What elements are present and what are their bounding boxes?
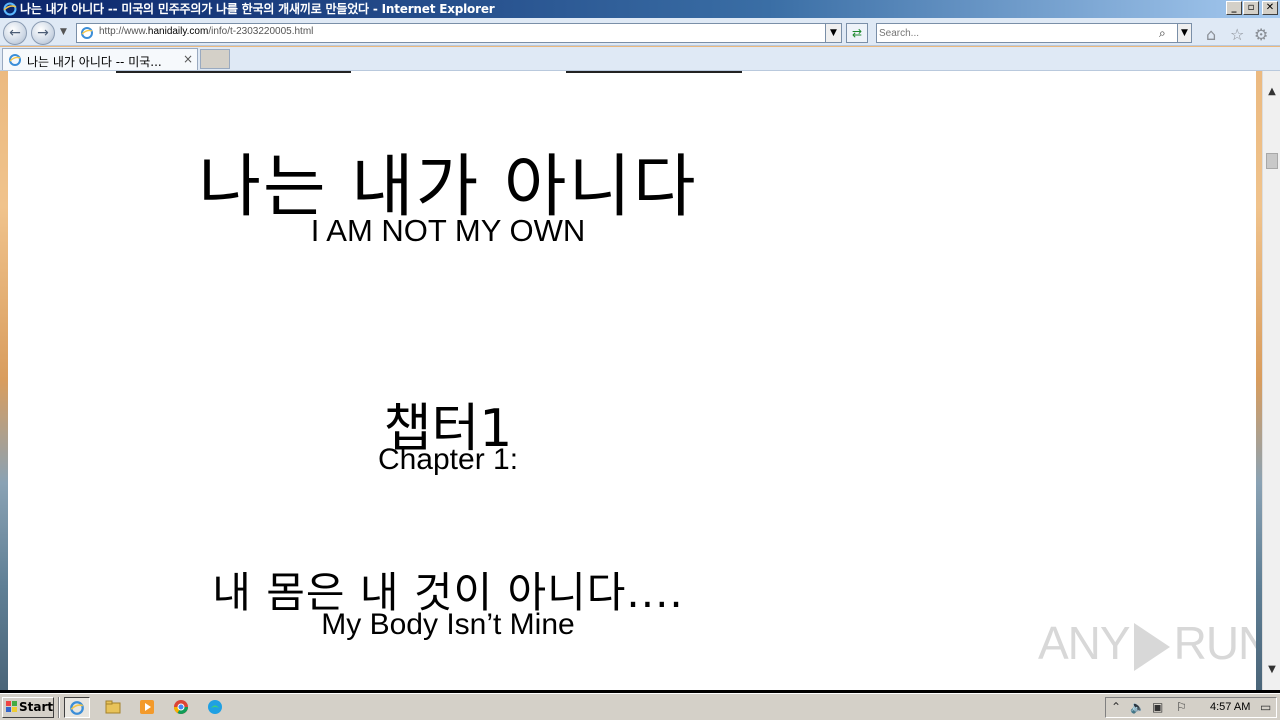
window-title: 나는 내가 아니다 -- 미국의 민주주의가 나를 한국의 개새끼로 만들었다 …	[20, 2, 495, 16]
tab-bar: 나는 내가 아니다 -- 미국... ×	[0, 47, 1280, 71]
taskbar-media-player-icon[interactable]	[134, 697, 160, 718]
back-button[interactable]: ←	[3, 21, 27, 45]
search-dropdown-icon[interactable]: ▼	[1177, 24, 1191, 42]
close-button[interactable]: ✕	[1262, 1, 1278, 15]
page-title-english: I AM NOT MY OWN	[310, 213, 586, 248]
page-icon	[81, 27, 93, 39]
history-dropdown-icon[interactable]: ▼	[60, 27, 67, 37]
top-divider-left	[116, 71, 351, 73]
section-title-english: My Body Isn’t Mine	[321, 608, 575, 641]
refresh-button[interactable]: ⇄	[846, 23, 868, 43]
chapter-heading-english: Chapter 1:	[377, 443, 519, 476]
tab-active[interactable]: 나는 내가 아니다 -- 미국... ×	[2, 48, 198, 70]
address-url[interactable]: http://www.hanidaily.com/info/t-23032200…	[99, 26, 313, 37]
restore-button[interactable]: ▫	[1243, 1, 1259, 15]
home-icon[interactable]: ⌂	[1206, 25, 1216, 44]
taskbar-edge-icon[interactable]	[202, 697, 228, 718]
search-input[interactable]	[879, 25, 1149, 41]
window-titlebar: 나는 내가 아니다 -- 미국의 민주주의가 나를 한국의 개새끼로 만들었다 …	[0, 0, 1280, 18]
navigation-bar: ← → ▼ http://www.hanidaily.com/info/t-23…	[0, 18, 1280, 46]
vertical-scrollbar[interactable]: ▲ ▼	[1262, 71, 1280, 690]
tray-expand-icon[interactable]: ⌃	[1111, 700, 1121, 714]
internet-explorer-icon	[3, 2, 17, 16]
scroll-up-icon[interactable]: ▲	[1265, 85, 1279, 99]
tab-favicon-icon	[9, 54, 21, 66]
volume-icon[interactable]: 🔈	[1130, 700, 1145, 714]
taskbar: Start ⌃ 🔈 ▣ ⚐ 4:57 AM ▭	[0, 693, 1280, 720]
tab-close-icon[interactable]: ×	[183, 52, 193, 66]
address-dropdown-icon[interactable]: ▼	[825, 24, 841, 42]
scroll-down-icon[interactable]: ▼	[1265, 663, 1279, 677]
windows-flag-icon	[6, 701, 17, 712]
taskbar-internet-explorer-icon[interactable]	[64, 697, 90, 718]
taskbar-chrome-icon[interactable]	[168, 697, 194, 718]
search-icon[interactable]: ⌕	[1159, 26, 1166, 41]
taskbar-clock[interactable]: 4:57 AM	[1210, 701, 1250, 713]
start-label: Start	[19, 700, 54, 714]
search-box[interactable]: ⌕ ▼	[876, 23, 1192, 43]
tab-title: 나는 내가 아니다 -- 미국...	[27, 55, 162, 69]
play-icon	[1133, 622, 1170, 671]
top-divider-right	[566, 71, 742, 73]
forward-button[interactable]: →	[31, 21, 55, 45]
show-desktop-icon[interactable]: ▭	[1260, 700, 1271, 714]
system-tray: ⌃ 🔈 ▣ ⚐ 4:57 AM ▭	[1105, 697, 1277, 718]
anyrun-watermark: ANY RUN	[1038, 617, 1256, 671]
taskbar-file-explorer-icon[interactable]	[100, 697, 126, 718]
taskbar-divider	[58, 697, 60, 718]
new-tab-button[interactable]	[200, 49, 230, 69]
network-icon[interactable]: ▣	[1152, 700, 1163, 714]
action-center-flag-icon[interactable]: ⚐	[1176, 700, 1187, 714]
start-button[interactable]: Start	[2, 697, 54, 718]
page-content: 나는 내가 아니다 I AM NOT MY OWN 챕터1 Chapter 1:…	[8, 71, 1256, 690]
address-bar[interactable]: http://www.hanidaily.com/info/t-23032200…	[76, 23, 842, 43]
scroll-thumb[interactable]	[1266, 153, 1278, 169]
minimize-button[interactable]: _	[1226, 1, 1242, 15]
favorites-star-icon[interactable]: ☆	[1230, 25, 1244, 44]
settings-gear-icon[interactable]: ⚙	[1254, 25, 1268, 44]
